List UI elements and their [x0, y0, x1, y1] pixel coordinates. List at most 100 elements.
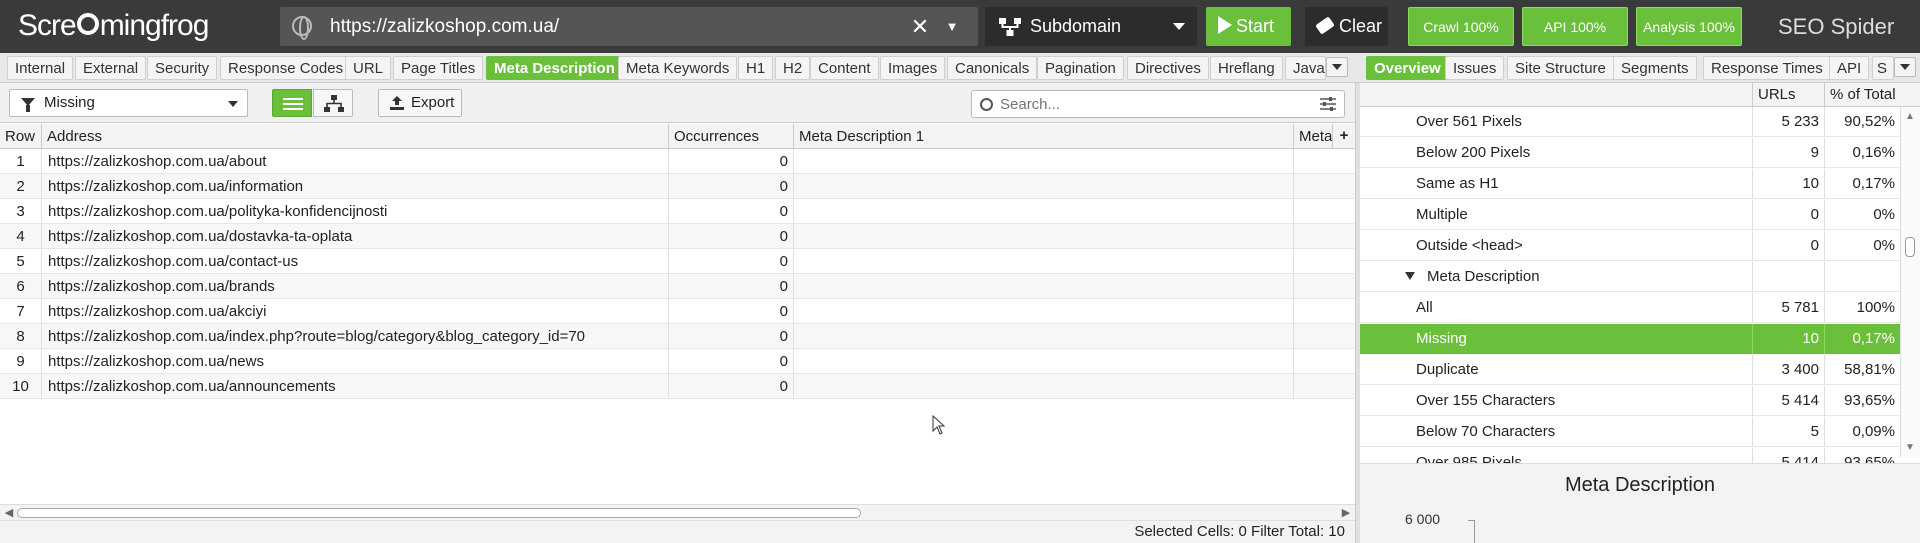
address-cell[interactable]: https://zalizkoshop.com.ua/polityka-konf…: [42, 199, 669, 224]
address-cell[interactable]: https://zalizkoshop.com.ua/akciyi: [42, 299, 669, 324]
column-header-urls[interactable]: URLs: [1752, 83, 1824, 107]
overview-urls-cell: 5: [1752, 417, 1824, 447]
tab-h1[interactable]: H1: [738, 56, 774, 80]
filter-select[interactable]: Missing: [9, 89, 248, 117]
tab-javascript[interactable]: Java: [1285, 56, 1326, 80]
url-text[interactable]: https://zalizkoshop.com.ua/: [330, 7, 559, 46]
address-cell[interactable]: https://zalizkoshop.com.ua/announcements: [42, 374, 669, 399]
tabs-overflow-dropdown[interactable]: [1326, 57, 1348, 77]
settings-sliders-icon[interactable]: [1320, 97, 1336, 111]
tab-canonicals[interactable]: Canonicals: [947, 56, 1038, 80]
overview-row[interactable]: All 5 781 100%: [1360, 293, 1900, 323]
tab-content[interactable]: Content: [810, 56, 879, 80]
tab-directives[interactable]: Directives: [1127, 56, 1209, 80]
scrollbar-thumb[interactable]: [1905, 237, 1915, 257]
tab-site-structure[interactable]: Site Structure: [1507, 56, 1614, 80]
url-clear-button[interactable]: ✕: [908, 7, 932, 46]
overview-category-meta-description[interactable]: Meta Description: [1360, 262, 1900, 292]
address-cell[interactable]: https://zalizkoshop.com.ua/contact-us: [42, 249, 669, 274]
tab-security[interactable]: Security: [147, 56, 218, 80]
meta-cell: [1294, 324, 1355, 349]
table-row[interactable]: 4 https://zalizkoshop.com.ua/dostavka-ta-…: [0, 224, 1355, 249]
right-tabs-overflow-dropdown[interactable]: [1894, 57, 1916, 77]
scrollbar-thumb[interactable]: [17, 508, 861, 518]
overview-row[interactable]: Below 70 Characters 5 0,09%: [1360, 417, 1900, 447]
table-row[interactable]: 5 https://zalizkoshop.com.ua/contact-us 0: [0, 249, 1355, 274]
tab-response-times[interactable]: Response Times: [1703, 56, 1831, 80]
filter-icon: [21, 98, 35, 112]
address-cell[interactable]: https://zalizkoshop.com.ua/dostavka-ta-o…: [42, 224, 669, 249]
url-field[interactable]: https://zalizkoshop.com.ua/: [280, 7, 978, 46]
overview-row[interactable]: Same as H1 10 0,17%: [1360, 169, 1900, 199]
start-button[interactable]: Start: [1206, 7, 1291, 46]
table-row[interactable]: 8 https://zalizkoshop.com.ua/index.php?ro…: [0, 324, 1355, 349]
url-history-dropdown[interactable]: ▼: [940, 7, 964, 46]
search-box[interactable]: [971, 90, 1345, 118]
tree-view-button[interactable]: [313, 89, 353, 117]
table-row[interactable]: 1 https://zalizkoshop.com.ua/about 0: [0, 149, 1355, 174]
overview-row[interactable]: Outside <head> 0 0%: [1360, 231, 1900, 261]
tab-internal[interactable]: Internal: [7, 56, 74, 80]
column-header-address[interactable]: Address: [42, 124, 669, 149]
occurrences-cell: 0: [669, 249, 794, 274]
scroll-down-icon[interactable]: ▼: [1905, 442, 1915, 453]
table-row[interactable]: 3 https://zalizkoshop.com.ua/polityka-kon…: [0, 199, 1355, 224]
tab-url[interactable]: URL: [345, 56, 392, 80]
list-icon: [283, 98, 303, 100]
export-button[interactable]: Export: [378, 89, 462, 117]
tab-issues[interactable]: Issues: [1445, 56, 1505, 80]
tab-overview[interactable]: Overview: [1366, 56, 1449, 80]
crawl-progress-button[interactable]: Crawl 100%: [1408, 7, 1514, 46]
tab-h2[interactable]: H2: [775, 56, 811, 80]
column-header-meta-description-1[interactable]: Meta Description 1: [794, 124, 1294, 149]
scroll-right-icon[interactable]: ▶: [1340, 507, 1352, 519]
table-row[interactable]: 2 https://zalizkoshop.com.ua/information 0: [0, 174, 1355, 199]
overview-row[interactable]: Over 155 Characters 5 414 93,65%: [1360, 386, 1900, 416]
list-view-button[interactable]: [272, 89, 312, 117]
column-header-pct-of-total[interactable]: % of Total: [1824, 83, 1900, 107]
tab-external[interactable]: External: [75, 56, 147, 80]
overview-row[interactable]: Missing 10 0,17%: [1360, 324, 1900, 354]
overview-row-label: Below 70 Characters: [1416, 423, 1556, 440]
address-cell[interactable]: https://zalizkoshop.com.ua/brands: [42, 274, 669, 299]
search-input[interactable]: [1000, 93, 1300, 115]
horizontal-scrollbar[interactable]: ◀ ▶: [0, 504, 1355, 520]
table-row[interactable]: 9 https://zalizkoshop.com.ua/news 0: [0, 349, 1355, 374]
vertical-scrollbar[interactable]: ▲ ▼: [1900, 107, 1920, 457]
expand-triangle-icon[interactable]: [1405, 272, 1415, 280]
address-cell[interactable]: https://zalizkoshop.com.ua/news: [42, 349, 669, 374]
column-header-row[interactable]: Row: [0, 124, 42, 149]
tab-images[interactable]: Images: [880, 56, 946, 80]
tab-response-codes[interactable]: Response Codes: [220, 56, 352, 80]
table-row[interactable]: 7 https://zalizkoshop.com.ua/akciyi 0: [0, 299, 1355, 324]
tab-segments[interactable]: Segments: [1613, 56, 1697, 80]
address-cell[interactable]: https://zalizkoshop.com.ua/information: [42, 174, 669, 199]
table-row[interactable]: 6 https://zalizkoshop.com.ua/brands 0: [0, 274, 1355, 299]
address-cell[interactable]: https://zalizkoshop.com.ua/about: [42, 149, 669, 174]
clear-button[interactable]: Clear: [1305, 7, 1388, 46]
tab-page-titles[interactable]: Page Titles: [393, 56, 484, 80]
tab-pagination[interactable]: Pagination: [1037, 56, 1124, 80]
overview-row[interactable]: Over 561 Pixels 5 233 90,52%: [1360, 107, 1900, 137]
tab-overflow-s[interactable]: S: [1872, 56, 1894, 80]
logo: Scre mingfrog: [18, 9, 209, 42]
scroll-up-icon[interactable]: ▲: [1905, 111, 1915, 122]
meta-cell: [1294, 349, 1355, 374]
tab-hreflang[interactable]: Hreflang: [1210, 56, 1283, 80]
overview-row[interactable]: Duplicate 3 400 58,81%: [1360, 355, 1900, 385]
column-header-occurrences[interactable]: Occurrences: [669, 124, 794, 149]
chart-y-tick: 6 000: [1405, 511, 1441, 527]
api-progress-button[interactable]: API 100%: [1522, 7, 1628, 46]
table-row[interactable]: 10 https://zalizkoshop.com.ua/announcemen…: [0, 374, 1355, 399]
address-cell[interactable]: https://zalizkoshop.com.ua/index.php?rou…: [42, 324, 669, 349]
mode-select[interactable]: Subdomain: [985, 7, 1197, 46]
tab-meta-keywords[interactable]: Meta Keywords: [618, 56, 738, 80]
add-column-button[interactable]: +: [1333, 124, 1355, 149]
column-header-meta[interactable]: Meta: [1294, 124, 1333, 149]
overview-row[interactable]: Below 200 Pixels 9 0,16%: [1360, 138, 1900, 168]
scroll-left-icon[interactable]: ◀: [3, 507, 15, 519]
overview-row[interactable]: Multiple 0 0%: [1360, 200, 1900, 230]
tab-meta-description[interactable]: Meta Description: [486, 56, 623, 80]
analysis-progress-button[interactable]: Analysis 100%: [1636, 7, 1742, 46]
tab-api[interactable]: API: [1829, 56, 1870, 80]
